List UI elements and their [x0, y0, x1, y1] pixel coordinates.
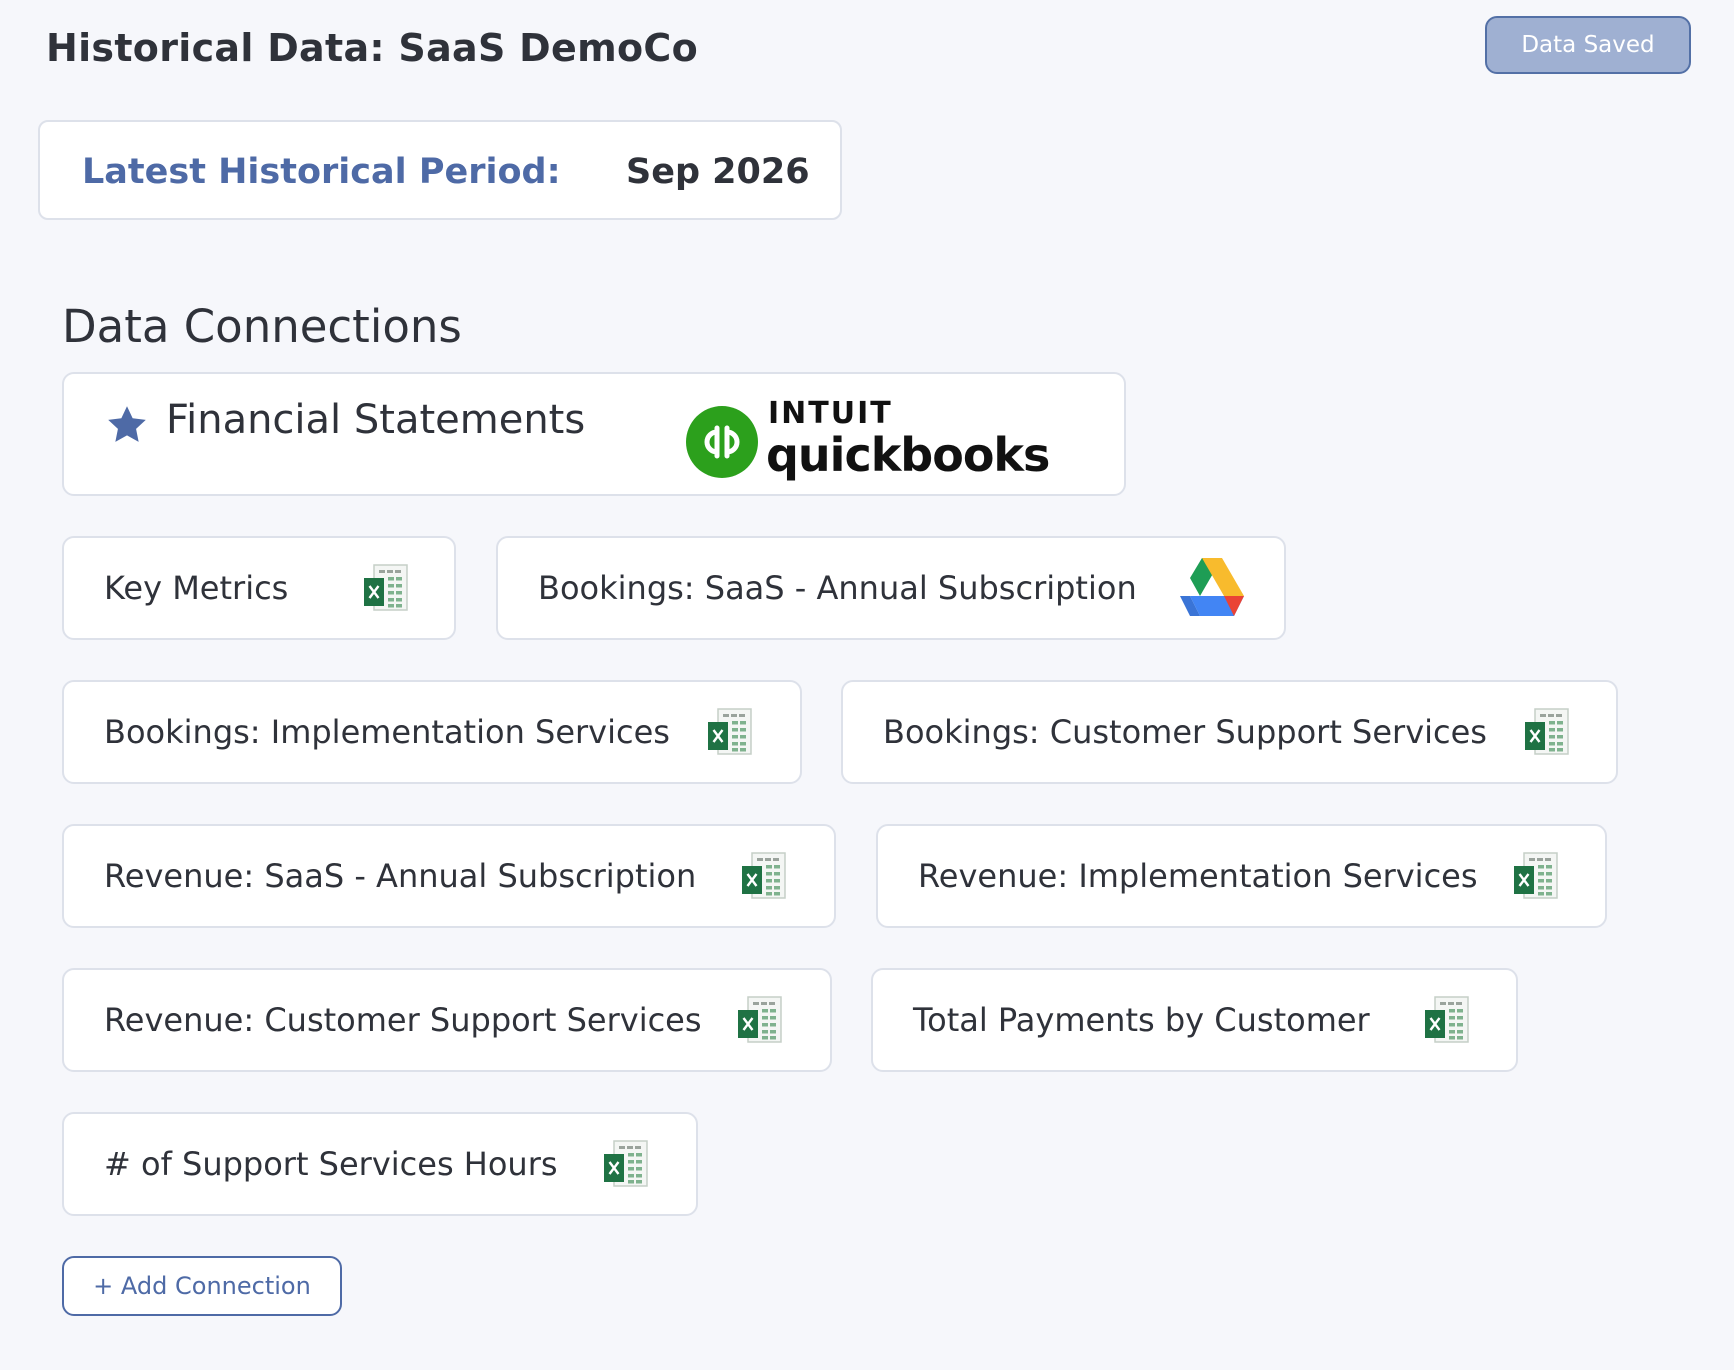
connection-card[interactable]: Bookings: Customer Support Services: [841, 680, 1618, 784]
quickbooks-logo-product: quickbooks: [766, 428, 1050, 482]
connection-label: Bookings: Implementation Services: [104, 713, 670, 751]
data-saved-button[interactable]: Data Saved: [1485, 16, 1691, 74]
excel-icon: [1423, 994, 1471, 1046]
excel-icon: [706, 706, 754, 758]
excel-icon: [602, 1138, 650, 1190]
connection-card-financial-statements[interactable]: Financial Statements INTUIT quickbooks: [62, 372, 1126, 496]
connection-card[interactable]: Bookings: SaaS - Annual Subscription: [496, 536, 1286, 640]
page-title: Historical Data: SaaS DemoCo: [46, 26, 698, 70]
connection-label: Bookings: SaaS - Annual Subscription: [538, 569, 1137, 607]
excel-icon: [362, 562, 410, 614]
excel-icon: [736, 994, 784, 1046]
connection-label: Revenue: Customer Support Services: [104, 1001, 702, 1039]
connection-label: Bookings: Customer Support Services: [883, 713, 1487, 751]
connection-card[interactable]: Revenue: SaaS - Annual Subscription: [62, 824, 836, 928]
connection-card[interactable]: Revenue: Customer Support Services: [62, 968, 832, 1072]
connection-label: # of Support Services Hours: [104, 1145, 558, 1183]
connection-card[interactable]: Revenue: Implementation Services: [876, 824, 1607, 928]
add-connection-button[interactable]: + Add Connection: [62, 1256, 342, 1316]
data-connections-heading: Data Connections: [62, 300, 462, 353]
latest-period-card: Latest Historical Period: Sep 2026: [38, 120, 842, 220]
connection-label: Revenue: SaaS - Annual Subscription: [104, 857, 697, 895]
connection-card[interactable]: Key Metrics: [62, 536, 456, 640]
quickbooks-logo: INTUIT quickbooks: [686, 388, 1050, 488]
google-drive-icon: [1178, 556, 1246, 618]
connection-label: Revenue: Implementation Services: [918, 857, 1478, 895]
star-icon: [108, 406, 146, 442]
connection-card[interactable]: # of Support Services Hours: [62, 1112, 698, 1216]
excel-icon: [740, 850, 788, 902]
quickbooks-logo-brand: INTUIT: [768, 396, 893, 431]
excel-icon: [1512, 850, 1560, 902]
excel-icon: [1523, 706, 1571, 758]
connection-label-financial-statements: Financial Statements: [166, 397, 586, 443]
connection-label: Key Metrics: [104, 569, 289, 607]
latest-period-value[interactable]: Sep 2026: [626, 152, 810, 192]
connection-card[interactable]: Total Payments by Customer: [871, 968, 1518, 1072]
connection-card[interactable]: Bookings: Implementation Services: [62, 680, 802, 784]
connection-label: Total Payments by Customer: [913, 1001, 1370, 1039]
latest-period-label: Latest Historical Period:: [82, 152, 561, 192]
quickbooks-logo-mark: [686, 406, 758, 478]
